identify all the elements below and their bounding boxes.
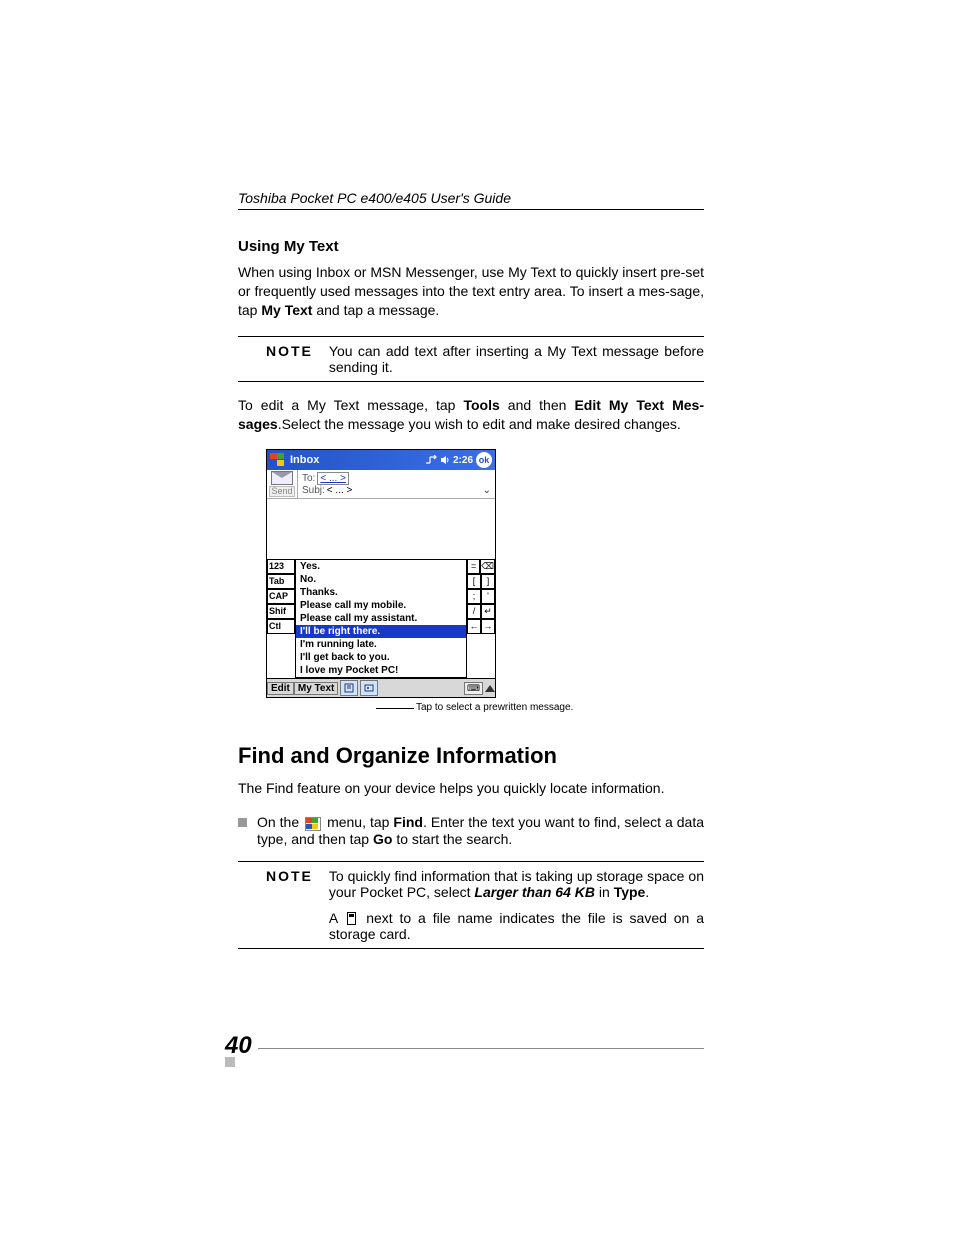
address-icon[interactable] (360, 680, 378, 696)
key-shift[interactable]: Shif (267, 604, 295, 619)
text: next to a file name indicates the file i… (329, 910, 704, 942)
key[interactable]: / (467, 604, 481, 619)
note-p2: A next to a file name indicates the file… (329, 910, 704, 942)
text: On the (257, 814, 303, 830)
doc-header: Toshiba Pocket PC e400/e405 User's Guide (238, 190, 704, 210)
sip-keyboard-icon[interactable]: ⌨ (464, 682, 483, 695)
mytext-item[interactable]: I love my Pocket PC! (296, 664, 466, 677)
bold-mytext: My Text (261, 302, 312, 318)
bold-tools: Tools (463, 397, 499, 413)
attach-icon[interactable] (340, 680, 358, 696)
text: .Select the message you wish to edit and… (278, 416, 681, 432)
message-body[interactable] (267, 499, 495, 559)
mytext-item-selected[interactable]: I'll be right there. (296, 625, 466, 638)
find-intro: The Find feature on your device helps yo… (238, 779, 704, 798)
key-right[interactable]: → (481, 619, 495, 634)
para-intro: When using Inbox or MSN Messenger, use M… (238, 263, 704, 320)
envelope-icon[interactable] (271, 471, 293, 485)
mytext-item[interactable]: Please call my assistant. (296, 612, 466, 625)
edit-menu[interactable]: Edit (267, 682, 294, 695)
text: and tap a message. (312, 302, 439, 318)
subj-label: Subj: (302, 485, 325, 496)
mytext-item[interactable]: Thanks. (296, 586, 466, 599)
mytext-item[interactable]: Yes. (296, 560, 466, 573)
bullet-find: On the menu, tap Find. Enter the text yo… (238, 814, 704, 846)
text: in (595, 884, 614, 900)
text: A (329, 910, 344, 926)
send-button[interactable]: Send (269, 486, 294, 497)
section-title-mytext: Using My Text (238, 238, 704, 255)
pocketpc-screenshot: Inbox 2:26 ok Send To: < ... > (266, 449, 704, 713)
text: menu, tap (323, 814, 393, 830)
key[interactable]: ; (467, 589, 481, 604)
note-p1: To quickly find information that is taki… (329, 868, 704, 900)
ppc-titlebar: Inbox 2:26 ok (267, 450, 495, 470)
section-title-find: Find and Organize Information (238, 743, 704, 769)
key-tab[interactable]: Tab (267, 574, 295, 589)
note-label: NOTE (238, 343, 329, 375)
key-left[interactable]: ← (467, 619, 481, 634)
text: . (645, 884, 649, 900)
bold-italic-64kb: Larger than 64 KB (474, 884, 595, 900)
note-box-2: NOTE To quickly find information that is… (238, 861, 704, 949)
storage-card-icon (347, 912, 356, 925)
key[interactable]: ] (481, 574, 495, 589)
keyboard-right-column: =⌫ [] ;' /↵ ←→ (467, 559, 495, 678)
callout-text: Tap to select a prewritten message. (416, 702, 704, 713)
mytext-item[interactable]: No. (296, 573, 466, 586)
text: To edit a My Text message, tap (238, 397, 463, 413)
note-text: You can add text after inserting a My Te… (329, 343, 704, 375)
start-flag-icon (305, 817, 321, 831)
ppc-footer: Edit My Text ⌨ (267, 678, 495, 697)
text: and then (500, 397, 575, 413)
para-edit: To edit a My Text message, tap Tools and… (238, 396, 704, 434)
key-cap[interactable]: CAP (267, 589, 295, 604)
sip-up-icon[interactable] (485, 685, 495, 692)
text: to start the search. (392, 831, 512, 847)
page-number: 40 (225, 1032, 252, 1060)
bold-go: Go (373, 831, 392, 847)
note-label: NOTE (238, 868, 329, 942)
mytext-popup: Yes. No. Thanks. Please call my mobile. … (295, 559, 467, 678)
to-field[interactable]: < ... > (317, 472, 349, 485)
mytext-item[interactable]: I'm running late. (296, 638, 466, 651)
speaker-icon[interactable] (440, 455, 450, 465)
connectivity-icon[interactable] (425, 455, 437, 465)
mytext-menu[interactable]: My Text (294, 682, 339, 695)
footer-rule (258, 1048, 704, 1049)
key[interactable]: = (467, 559, 480, 574)
key-123[interactable]: 123 (267, 559, 295, 574)
note-box-1: NOTE You can add text after inserting a … (238, 336, 704, 382)
clock-time: 2:26 (453, 455, 473, 466)
chevron-down-icon[interactable]: ⌄ (483, 485, 491, 496)
start-flag-icon[interactable] (270, 453, 286, 467)
key-backspace[interactable]: ⌫ (480, 559, 495, 574)
keyboard-left-column: 123 Tab CAP Shif Ctl (267, 559, 295, 678)
key-ctl[interactable]: Ctl (267, 619, 295, 634)
ppc-title-text: Inbox (290, 454, 425, 466)
ppc-status: 2:26 ok (425, 452, 492, 468)
key-enter[interactable]: ↵ (481, 604, 495, 619)
ok-button[interactable]: ok (476, 452, 492, 468)
bullet-icon (238, 818, 247, 827)
corner-square (225, 1057, 235, 1067)
key[interactable]: ' (481, 589, 495, 604)
key[interactable]: [ (467, 574, 481, 589)
bold-find: Find (393, 814, 423, 830)
subj-field[interactable]: < ... > (327, 485, 353, 496)
bold-type: Type (614, 884, 646, 900)
to-label: To: (302, 473, 315, 484)
mytext-item[interactable]: I'll get back to you. (296, 651, 466, 664)
mytext-item[interactable]: Please call my mobile. (296, 599, 466, 612)
